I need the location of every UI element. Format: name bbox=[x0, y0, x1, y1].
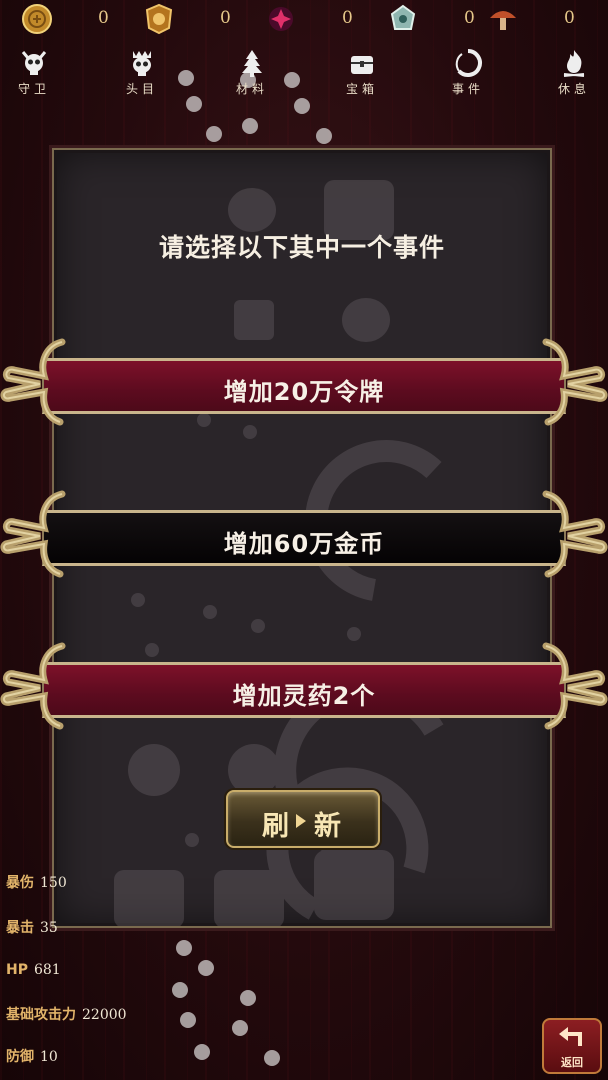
event-option-2[interactable]: 增加60万金币 bbox=[0, 488, 608, 578]
option-text: 增加灵药2个 bbox=[232, 682, 376, 710]
play-arrow-icon bbox=[296, 814, 306, 828]
event-ring-icon bbox=[455, 49, 482, 77]
stat-label: 暴击 bbox=[6, 920, 34, 936]
resource-bar: 0 0 0 0 0 bbox=[0, 0, 608, 40]
stat-value: 150 bbox=[40, 875, 67, 891]
boss-skull-icon bbox=[133, 51, 151, 76]
material-tree-icon bbox=[242, 50, 262, 77]
nav-label: 事件 bbox=[451, 82, 484, 96]
stat-value: 10 bbox=[40, 1049, 58, 1065]
stat-hp: HP 681 bbox=[6, 962, 61, 978]
back-button[interactable]: 返回 bbox=[542, 1018, 602, 1074]
nav-chest[interactable]: 宝箱 bbox=[330, 46, 394, 98]
nav-guard[interactable]: 守卫 bbox=[2, 46, 66, 98]
mushroom-icon bbox=[490, 11, 516, 30]
stat-crit-damage: 暴伤 150 bbox=[6, 872, 67, 892]
stat-label: 基础攻击力 bbox=[6, 1007, 76, 1023]
resource-value: 0 bbox=[98, 8, 109, 28]
red-gem-icon bbox=[269, 7, 293, 31]
stat-label: 暴伤 bbox=[6, 875, 34, 891]
refresh-label-a: 刷 bbox=[262, 811, 289, 842]
stat-base-attack: 基础攻击力 22000 bbox=[6, 1004, 127, 1024]
refresh-label-b: 新 bbox=[314, 811, 341, 842]
nav-boss[interactable]: 头目 bbox=[110, 46, 174, 98]
resource-gold: 0 bbox=[20, 2, 140, 36]
resource-value: 0 bbox=[220, 8, 231, 28]
nav-label: 材料 bbox=[235, 82, 268, 96]
rest-fire-icon bbox=[563, 50, 585, 77]
nav-label: 守卫 bbox=[17, 82, 50, 96]
resource-red-gem: 0 bbox=[264, 2, 384, 36]
event-prompt: 请选择以下其中一个事件 bbox=[158, 233, 445, 262]
category-nav: 守卫 头目 材料 宝箱 事件 休息 bbox=[0, 46, 608, 98]
back-label: 返回 bbox=[561, 1056, 583, 1069]
nav-event[interactable]: 事件 bbox=[436, 46, 500, 98]
nav-label: 宝箱 bbox=[345, 82, 378, 96]
option-text: 增加20万令牌 bbox=[223, 378, 385, 406]
option-text: 增加60万金币 bbox=[223, 530, 385, 558]
event-option-3[interactable]: 增加灵药2个 bbox=[0, 640, 608, 730]
nav-material[interactable]: 材料 bbox=[220, 46, 284, 98]
treasure-chest-icon bbox=[351, 56, 373, 74]
return-arrow-icon bbox=[559, 1027, 582, 1046]
event-option-1[interactable]: 增加20万令牌 bbox=[0, 336, 608, 426]
resource-value: 0 bbox=[342, 8, 353, 28]
gold-coin-icon bbox=[22, 4, 52, 34]
stat-value: 22000 bbox=[82, 1007, 127, 1023]
resource-token: 0 bbox=[142, 2, 262, 36]
resource-value: 0 bbox=[564, 8, 575, 28]
stat-label: HP bbox=[6, 962, 28, 978]
stat-crit-rate: 暴击 35 bbox=[6, 917, 58, 937]
token-badge-icon bbox=[145, 3, 173, 35]
resource-mushroom: 0 bbox=[486, 2, 606, 36]
nav-label: 头目 bbox=[125, 82, 158, 96]
spirit-stone-icon bbox=[390, 4, 416, 30]
stat-value: 35 bbox=[40, 920, 58, 936]
stat-defense: 防御 10 bbox=[6, 1046, 58, 1066]
nav-label: 休息 bbox=[557, 82, 590, 96]
guard-skull-icon bbox=[21, 51, 47, 75]
nav-rest[interactable]: 休息 bbox=[542, 46, 606, 98]
stat-label: 防御 bbox=[6, 1049, 34, 1065]
stat-value: 681 bbox=[33, 962, 61, 978]
refresh-button[interactable]: 刷 新 bbox=[226, 790, 380, 848]
